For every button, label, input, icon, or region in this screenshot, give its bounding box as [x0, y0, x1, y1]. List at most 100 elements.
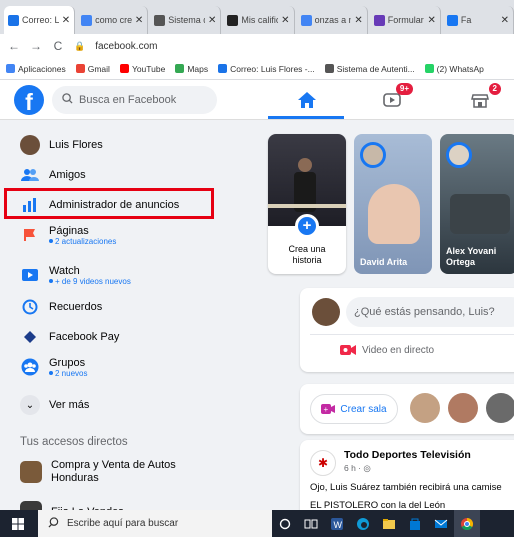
url-field[interactable]: facebook.com — [95, 41, 157, 52]
browser-tab[interactable]: como crea✕ — [77, 6, 149, 34]
sidebar-item[interactable]: Facebook Pay — [6, 322, 256, 352]
marketplace-nav-button[interactable]: 2 — [465, 83, 501, 114]
browser-tab[interactable]: Correo: Lu✕ — [4, 6, 76, 34]
store-icon[interactable] — [402, 510, 428, 537]
close-icon[interactable]: ✕ — [427, 15, 435, 26]
create-room-button[interactable]: + Crear sala — [310, 394, 398, 424]
sidebar-item-label: Ver más — [49, 399, 90, 411]
bookmark-label: Gmail — [87, 63, 110, 74]
facebook-pay-icon — [20, 327, 40, 347]
close-icon[interactable]: ✕ — [208, 15, 216, 26]
bookmark-item[interactable]: (2) WhatsAp — [424, 64, 484, 74]
cortana-icon[interactable] — [272, 510, 298, 537]
edge-icon[interactable] — [350, 510, 376, 537]
sidebar-item-label: Facebook Pay — [49, 331, 120, 343]
main-feed: + Crea una historia David Arita Alex Yov… — [268, 120, 514, 520]
browser-tab-strip: Correo: Lu✕como crea✕Sistema de✕Mis cali… — [0, 0, 514, 34]
windows-start-icon[interactable] — [12, 518, 24, 533]
watch-nav-button[interactable]: 9+ — [377, 83, 413, 114]
sidebar-item-sublabel: 2 actualizaciones — [49, 237, 116, 246]
post-text-line: Ojo, Luis Suárez también recibirá una ca… — [310, 482, 502, 493]
bookmark-favicon-icon — [75, 64, 85, 73]
chrome-icon[interactable] — [454, 510, 480, 537]
bookmark-favicon-icon — [175, 64, 185, 73]
story-card[interactable]: Alex Yovani Ortega — [440, 134, 514, 274]
story-avatar — [446, 142, 472, 168]
video-room-icon: + — [321, 404, 336, 414]
live-video-icon — [340, 345, 356, 355]
story-profile-photo — [268, 134, 346, 226]
bookmark-item[interactable]: Correo: Luis Flores -... — [218, 64, 315, 74]
feed-post-card: ✱ Todo Deportes Televisión 6 h · ◎ Ojo, … — [300, 440, 514, 520]
bookmarks-bar: Aplicaciones Gmail YouTube Maps Correo: Luis… — [0, 58, 514, 80]
groups-icon — [20, 357, 40, 377]
bookmark-label: Maps — [187, 63, 209, 74]
facebook-logo[interactable]: f — [14, 85, 44, 115]
bookmark-label: Sistema de Autenti... — [336, 63, 415, 74]
bookmark-item[interactable]: Aplicaciones — [6, 64, 66, 74]
tab-title: onzas a mi — [314, 15, 352, 25]
reload-icon[interactable]: C — [52, 39, 64, 53]
bookmark-favicon-icon — [119, 64, 129, 73]
live-video-button[interactable]: Video en directo — [340, 344, 434, 356]
lock-icon[interactable]: 🔒 — [74, 41, 85, 52]
bookmark-favicon-icon — [424, 64, 434, 73]
story-avatar — [360, 142, 386, 168]
browser-tab[interactable]: Mis calific ✕ — [223, 6, 295, 34]
tab-title: como crea — [95, 15, 132, 25]
bookmark-item[interactable]: YouTube — [119, 64, 165, 74]
post-author[interactable]: Todo Deportes Televisión — [344, 449, 471, 461]
sidebar-item[interactable]: ⌄ Ver más — [6, 390, 256, 420]
close-icon[interactable]: ✕ — [501, 15, 509, 26]
forward-arrow-icon[interactable]: → — [30, 39, 42, 53]
word-icon[interactable]: W — [324, 510, 350, 537]
left-sidebar: Luis Flores Amigos Administrador de anunci… — [0, 120, 268, 510]
active-tab-indicator — [268, 116, 344, 119]
browser-tab[interactable]: onzas a mi✕ — [296, 6, 368, 34]
close-icon[interactable]: ✕ — [135, 15, 143, 26]
mail-icon[interactable] — [428, 510, 454, 537]
create-story-card[interactable]: + Crea una historia — [268, 134, 346, 274]
home-icon — [298, 92, 316, 108]
close-icon[interactable]: ✕ — [281, 15, 289, 26]
close-icon[interactable]: ✕ — [354, 15, 362, 26]
watch-badge: 9+ — [395, 83, 413, 95]
chevron-down-icon: ⌄ — [20, 395, 40, 415]
search-placeholder: Busca en Facebook — [79, 94, 177, 106]
page-avatar-icon[interactable]: ✱ — [310, 450, 336, 476]
sidebar-item[interactable]: Luis Flores — [6, 130, 256, 160]
bookmark-favicon-icon — [324, 64, 334, 73]
facebook-top-bar: f Busca en Facebook 9+ 2 — [0, 80, 514, 120]
file-explorer-icon[interactable] — [376, 510, 402, 537]
sidebar-item[interactable]: Watch + de 9 videos nuevos — [6, 260, 256, 290]
tab-title: Correo: Lu — [22, 15, 59, 25]
memories-clock-icon — [20, 297, 40, 317]
sidebar-item-label: Grupos — [49, 356, 86, 369]
contact-avatar[interactable] — [448, 393, 478, 423]
task-view-icon[interactable] — [298, 510, 324, 537]
browser-tab[interactable]: Fa ✕ — [442, 6, 514, 34]
bookmark-item[interactable]: Sistema de Autenti... — [324, 63, 415, 74]
story-card[interactable]: David Arita — [354, 134, 432, 274]
close-icon[interactable]: ✕ — [62, 15, 70, 26]
facebook-search-input[interactable]: Busca en Facebook — [52, 86, 217, 114]
shortcut-item[interactable]: Compra y Venta de Autos Honduras — [6, 458, 256, 486]
divider — [310, 334, 514, 335]
bookmark-item[interactable]: Gmail — [75, 63, 110, 74]
create-story-label: Crea una historia — [288, 244, 326, 265]
sidebar-item[interactable]: Amigos — [6, 160, 256, 190]
bookmark-item[interactable]: Maps — [175, 64, 208, 74]
home-nav-button[interactable] — [292, 86, 322, 114]
contact-avatar[interactable] — [410, 393, 440, 423]
contact-avatar[interactable] — [486, 393, 514, 423]
shortcut-label: Compra y Venta de Autos Honduras — [51, 459, 176, 484]
composer-input[interactable]: ¿Qué estás pensando, Luis? — [346, 297, 514, 327]
sidebar-item[interactable]: Páginas 2 actualizaciones — [6, 220, 256, 250]
sidebar-item[interactable]: Grupos 2 nuevos — [6, 352, 256, 382]
taskbar-search-input[interactable]: Escribe aquí para buscar — [38, 510, 272, 537]
sidebar-item-label: Páginas — [49, 224, 89, 237]
back-arrow-icon[interactable]: ← — [8, 39, 20, 53]
browser-tab[interactable]: Sistema de✕ — [150, 6, 222, 34]
browser-tab[interactable]: Formulario✕ — [369, 6, 441, 34]
sidebar-item[interactable]: Recuerdos — [6, 292, 256, 322]
